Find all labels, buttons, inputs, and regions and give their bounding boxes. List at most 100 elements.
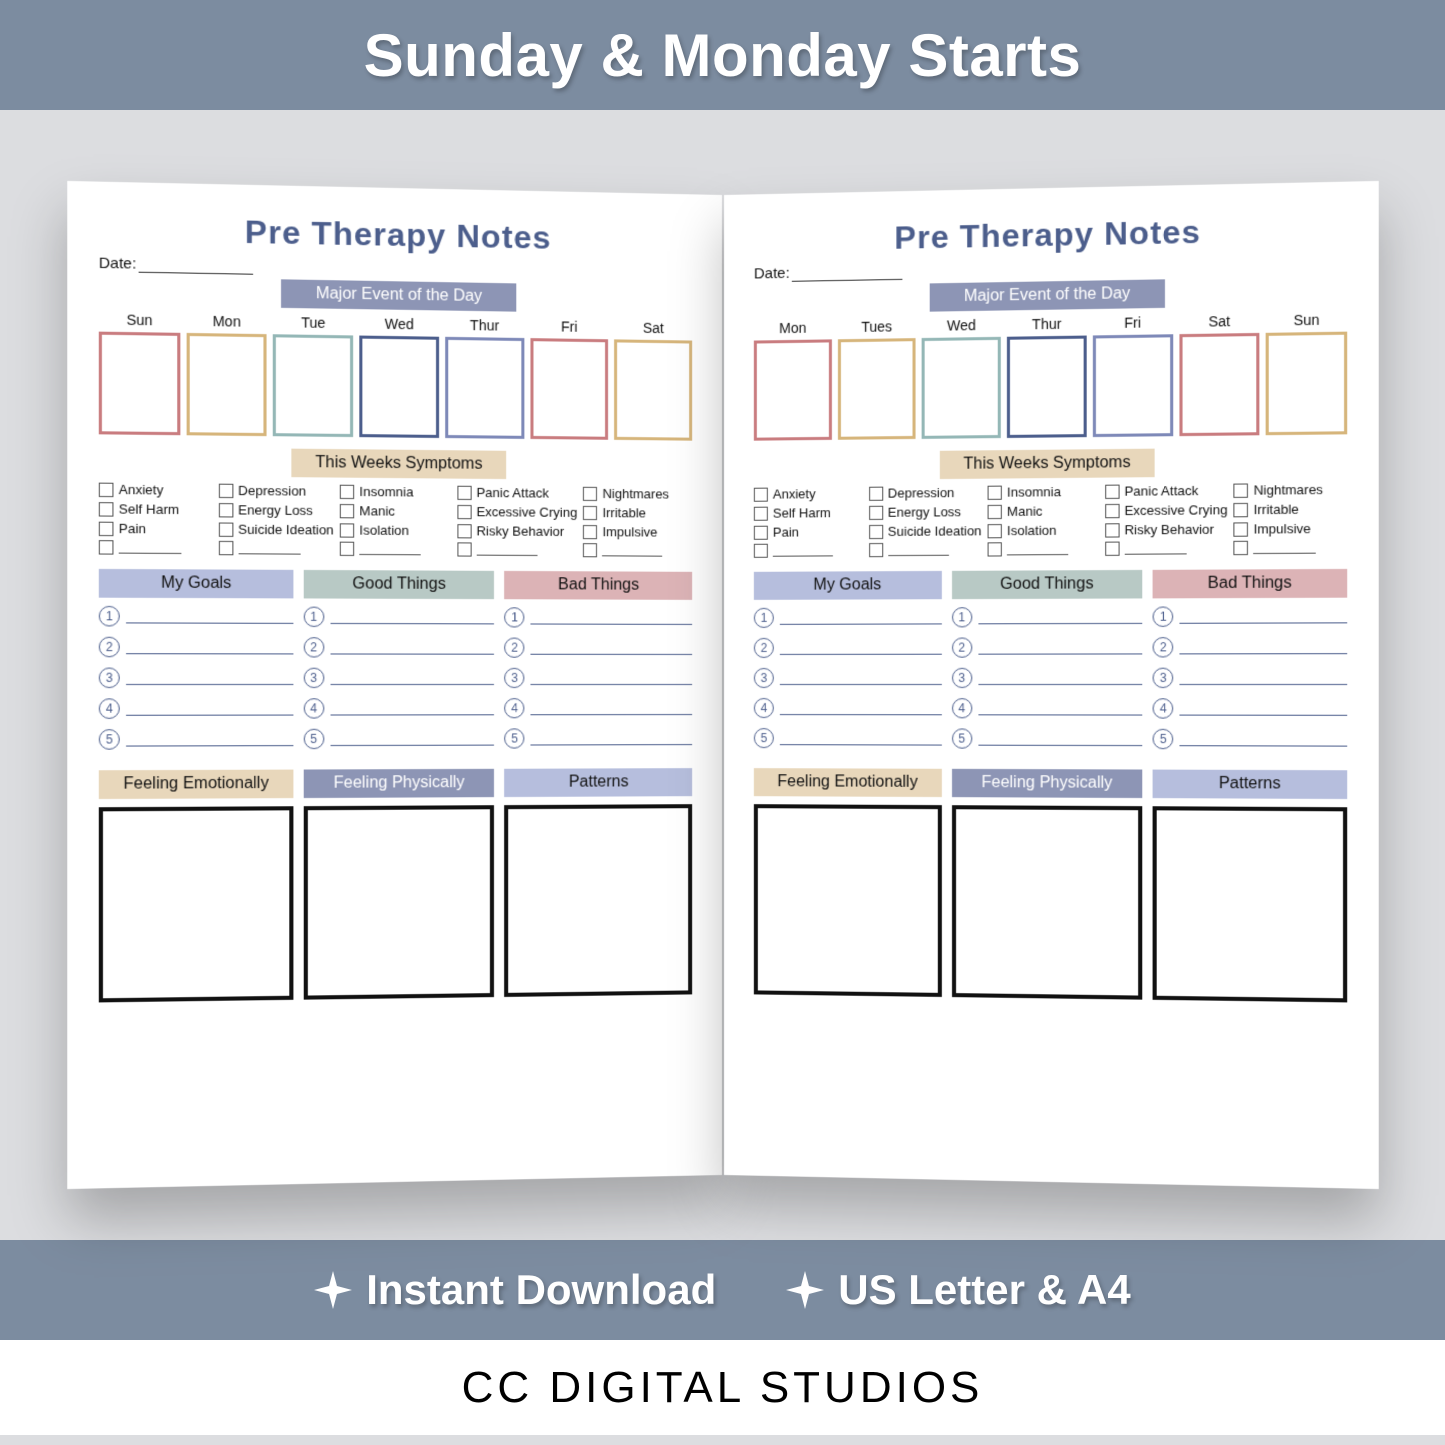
numbered-line[interactable]: 5	[504, 728, 692, 749]
symptom-blank[interactable]	[218, 541, 333, 556]
checkbox-icon[interactable]	[868, 543, 882, 557]
numbered-line[interactable]: 1	[303, 607, 494, 628]
symptom-item[interactable]: Panic Attack	[1104, 483, 1227, 499]
big-box[interactable]	[98, 806, 292, 1002]
day-box[interactable]	[1265, 332, 1346, 436]
symptom-blank[interactable]	[339, 542, 450, 557]
numbered-line[interactable]: 3	[1152, 668, 1346, 689]
symptom-item[interactable]: Insomnia	[339, 484, 450, 500]
symptom-item[interactable]: Irritable	[583, 505, 692, 521]
numbered-line[interactable]: 5	[753, 728, 941, 749]
checkbox-icon[interactable]	[1104, 523, 1118, 537]
symptom-item[interactable]: Irritable	[1233, 501, 1346, 517]
checkbox-icon[interactable]	[1233, 502, 1248, 516]
checkbox-icon[interactable]	[583, 525, 597, 539]
symptom-item[interactable]: Self Harm	[753, 505, 862, 521]
date-field[interactable]: Date:	[753, 255, 1346, 283]
checkbox-icon[interactable]	[868, 486, 882, 500]
big-box[interactable]	[303, 805, 494, 999]
symptom-item[interactable]: Depression	[868, 485, 981, 501]
checkbox-icon[interactable]	[583, 505, 597, 519]
day-box[interactable]	[614, 339, 692, 440]
day-box[interactable]	[837, 338, 915, 440]
symptom-blank[interactable]	[1104, 541, 1227, 556]
day-box[interactable]	[273, 334, 353, 437]
symptom-item[interactable]: Pain	[753, 524, 862, 540]
symptom-item[interactable]: Panic Attack	[457, 485, 577, 501]
checkbox-icon[interactable]	[98, 540, 113, 554]
checkbox-icon[interactable]	[339, 542, 353, 556]
symptom-item[interactable]: Suicide Ideation	[868, 523, 981, 539]
day-box[interactable]	[1092, 334, 1172, 437]
checkbox-icon[interactable]	[457, 524, 471, 538]
symptom-blank[interactable]	[457, 542, 577, 557]
checkbox-icon[interactable]	[1233, 522, 1248, 536]
symptom-item[interactable]: Nightmares	[1233, 482, 1346, 498]
checkbox-icon[interactable]	[987, 524, 1001, 538]
checkbox-icon[interactable]	[987, 504, 1001, 518]
checkbox-icon[interactable]	[583, 543, 597, 557]
symptom-item[interactable]: Insomnia	[987, 484, 1098, 500]
symptom-blank[interactable]	[583, 543, 692, 558]
checkbox-icon[interactable]	[753, 525, 767, 539]
numbered-line[interactable]: 4	[504, 698, 692, 718]
symptom-item[interactable]: Risky Behavior	[457, 523, 577, 539]
checkbox-icon[interactable]	[987, 542, 1001, 556]
checkbox-icon[interactable]	[457, 542, 471, 556]
checkbox-icon[interactable]	[1104, 484, 1118, 498]
numbered-line[interactable]: 3	[951, 668, 1142, 688]
checkbox-icon[interactable]	[218, 503, 233, 517]
symptom-item[interactable]: Excessive Crying	[457, 504, 577, 520]
numbered-line[interactable]: 2	[753, 638, 941, 658]
symptom-item[interactable]: Energy Loss	[868, 504, 981, 520]
numbered-line[interactable]: 2	[504, 638, 692, 658]
symptom-item[interactable]: Impulsive	[1233, 521, 1346, 537]
checkbox-icon[interactable]	[339, 504, 353, 518]
symptom-item[interactable]: Impulsive	[583, 524, 692, 540]
big-box[interactable]	[753, 804, 941, 997]
numbered-line[interactable]: 2	[98, 637, 292, 658]
checkbox-icon[interactable]	[987, 485, 1001, 499]
symptom-item[interactable]: Pain	[98, 521, 211, 537]
symptom-item[interactable]: Self Harm	[98, 501, 211, 517]
symptom-item[interactable]: Isolation	[339, 522, 450, 538]
checkbox-icon[interactable]	[1104, 542, 1118, 556]
symptom-item[interactable]: Suicide Ideation	[218, 521, 333, 537]
big-box[interactable]	[504, 804, 692, 997]
checkbox-icon[interactable]	[339, 523, 353, 537]
numbered-line[interactable]: 1	[753, 607, 941, 628]
symptom-blank[interactable]	[868, 542, 981, 557]
checkbox-icon[interactable]	[218, 522, 233, 536]
numbered-line[interactable]: 5	[303, 728, 494, 749]
numbered-line[interactable]: 2	[1152, 637, 1346, 658]
symptom-item[interactable]: Anxiety	[98, 482, 211, 498]
symptom-item[interactable]: Nightmares	[583, 486, 692, 502]
checkbox-icon[interactable]	[868, 524, 882, 538]
day-box[interactable]	[922, 337, 1001, 439]
numbered-line[interactable]: 4	[98, 698, 292, 719]
numbered-line[interactable]: 4	[951, 698, 1142, 718]
numbered-line[interactable]: 1	[1152, 606, 1346, 627]
symptom-item[interactable]: Energy Loss	[218, 502, 333, 518]
numbered-line[interactable]: 5	[1152, 729, 1346, 750]
numbered-line[interactable]: 5	[98, 729, 292, 750]
symptom-item[interactable]: Risky Behavior	[1104, 521, 1227, 537]
numbered-line[interactable]: 2	[303, 637, 494, 658]
symptom-item[interactable]: Depression	[218, 483, 333, 499]
day-box[interactable]	[359, 336, 438, 438]
checkbox-icon[interactable]	[339, 484, 353, 498]
checkbox-icon[interactable]	[1104, 503, 1118, 517]
symptom-item[interactable]: Manic	[339, 503, 450, 519]
numbered-line[interactable]: 4	[1152, 698, 1346, 719]
date-field[interactable]: Date:	[98, 255, 691, 283]
day-box[interactable]	[1179, 333, 1260, 436]
symptom-item[interactable]: Isolation	[987, 522, 1098, 538]
symptom-blank[interactable]	[753, 543, 862, 558]
big-box[interactable]	[951, 805, 1142, 999]
numbered-line[interactable]: 3	[504, 668, 692, 688]
day-box[interactable]	[1007, 336, 1086, 438]
numbered-line[interactable]: 1	[951, 607, 1142, 628]
symptom-blank[interactable]	[1233, 540, 1346, 555]
checkbox-icon[interactable]	[457, 504, 471, 518]
day-box[interactable]	[186, 333, 267, 436]
